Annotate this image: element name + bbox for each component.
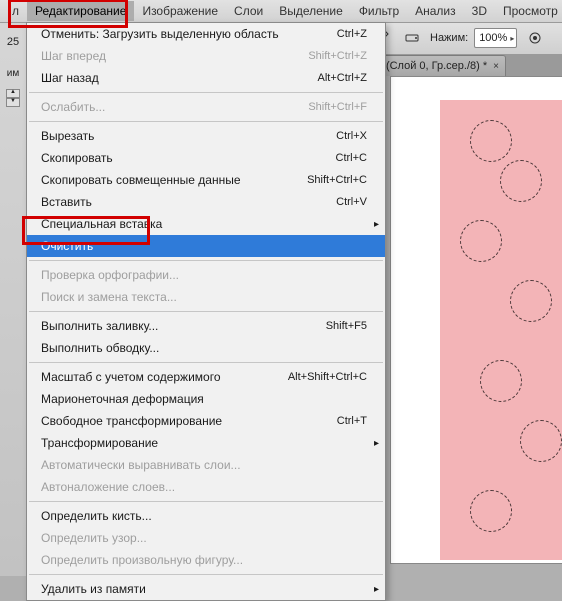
menu-item-shortcut: Shift+F5 — [326, 320, 367, 332]
chevron-right-icon: ▸ — [510, 34, 514, 43]
menu-item-label: Скопировать совмещенные данные — [41, 173, 241, 187]
pressure-value-text: 100% — [479, 32, 507, 44]
menu-item-label: Марионеточная деформация — [41, 392, 204, 406]
menu-item: Определить узор... — [27, 527, 385, 549]
menu-item[interactable]: Удалить из памяти ▸ — [27, 578, 385, 600]
menu-image[interactable]: Изображение — [134, 1, 226, 21]
menu-item: Поиск и замена текста... — [27, 286, 385, 308]
menu-item-label: Автоналожение слоев... — [41, 480, 175, 494]
tablet-pressure-icon[interactable] — [400, 26, 424, 50]
menu-item-shortcut: Ctrl+Z — [337, 28, 367, 40]
menu-item: Определить произвольную фигуру... — [27, 549, 385, 571]
brush-size-value: 25 — [0, 36, 26, 48]
menu-item[interactable]: Свободное трансформирование Ctrl+T — [27, 410, 385, 432]
menu-truncated[interactable]: л — [4, 1, 27, 21]
menu-item: Автоматически выравнивать слои... — [27, 454, 385, 476]
menu-item: Ослабить... Shift+Ctrl+F — [27, 96, 385, 118]
menu-separator — [29, 92, 383, 93]
menu-item-label: Поиск и замена текста... — [41, 290, 177, 304]
menu-separator — [29, 260, 383, 261]
menu-select[interactable]: Выделение — [271, 1, 351, 21]
menu-item[interactable]: Вырезать Ctrl+X — [27, 125, 385, 147]
menu-item-label: Проверка орфографии... — [41, 268, 179, 282]
menu-item-label: Трансформирование — [41, 436, 158, 450]
left-label-fragment: им — [0, 68, 26, 79]
menu-item-label: Ослабить... — [41, 100, 105, 114]
menu-item-shortcut: Ctrl+X — [336, 130, 367, 142]
menu-analyze[interactable]: Анализ — [407, 1, 464, 21]
menu-item[interactable]: Скопировать Ctrl+C — [27, 147, 385, 169]
menu-item[interactable]: Вставить Ctrl+V — [27, 191, 385, 213]
menu-separator — [29, 311, 383, 312]
menu-item-label: Вставить — [41, 195, 92, 209]
menu-item[interactable]: Очистить — [27, 235, 385, 257]
menu-item[interactable]: Трансформирование ▸ — [27, 432, 385, 454]
menu-item-shortcut: Shift+Ctrl+C — [307, 174, 367, 186]
menu-item[interactable]: Марионеточная деформация — [27, 388, 385, 410]
menu-item-shortcut: Ctrl+V — [336, 196, 367, 208]
menu-bar: л Редактирование Изображение Слои Выделе… — [0, 0, 562, 23]
canvas[interactable] — [440, 100, 562, 560]
menu-item-label: Шаг вперед — [41, 49, 106, 63]
menu-item[interactable]: Скопировать совмещенные данные Shift+Ctrl… — [27, 169, 385, 191]
menu-item[interactable]: Специальная вставка ▸ — [27, 213, 385, 235]
menu-item-label: Определить кисть... — [41, 509, 152, 523]
menu-3d[interactable]: 3D — [464, 1, 495, 21]
menu-separator — [29, 574, 383, 575]
menu-item-label: Удалить из памяти — [41, 582, 146, 596]
size-spinner[interactable]: ▲ ▼ — [0, 89, 26, 107]
menu-edit[interactable]: Редактирование — [27, 1, 134, 21]
menu-item-shortcut: Shift+Ctrl+F — [308, 101, 367, 113]
menu-item-label: Определить узор... — [41, 531, 147, 545]
menu-item-label: Автоматически выравнивать слои... — [41, 458, 241, 472]
menu-filter[interactable]: Фильтр — [351, 1, 407, 21]
menu-item-label: Вырезать — [41, 129, 94, 143]
edit-dropdown-menu: Отменить: Загрузить выделенную область Ct… — [26, 22, 386, 601]
chevron-right-icon: ▸ — [374, 438, 379, 449]
menu-item-shortcut: Alt+Shift+Ctrl+C — [288, 371, 367, 383]
menu-item-label: Шаг назад — [41, 71, 99, 85]
menu-item-shortcut: Ctrl+T — [337, 415, 367, 427]
menu-item: Автоналожение слоев... — [27, 476, 385, 498]
menu-separator — [29, 121, 383, 122]
menu-item-shortcut: Ctrl+C — [336, 152, 367, 164]
menu-item: Шаг вперед Shift+Ctrl+Z — [27, 45, 385, 67]
chevron-right-icon: ▸ — [374, 584, 379, 595]
chevron-right-icon: ▸ — [374, 219, 379, 230]
menu-view[interactable]: Просмотр — [495, 1, 562, 21]
pressure-label: Нажим: — [430, 32, 468, 44]
pressure-value-input[interactable]: 100% ▸ — [474, 28, 517, 48]
menu-item-label: Выполнить заливку... — [41, 319, 158, 333]
menu-item[interactable]: Масштаб с учетом содержимого Alt+Shift+Ct… — [27, 366, 385, 388]
menu-item[interactable]: Выполнить обводку... — [27, 337, 385, 359]
close-icon[interactable]: × — [493, 61, 499, 72]
menu-item-label: Определить произвольную фигуру... — [41, 553, 243, 567]
menu-item[interactable]: Шаг назад Alt+Ctrl+Z — [27, 67, 385, 89]
menu-item[interactable]: Определить кисть... — [27, 505, 385, 527]
menu-item-label: Специальная вставка — [41, 217, 162, 231]
menu-item-label: Отменить: Загрузить выделенную область — [41, 27, 279, 41]
menu-item-label: Скопировать — [41, 151, 113, 165]
menu-item[interactable]: Отменить: Загрузить выделенную область Ct… — [27, 23, 385, 45]
menu-item-shortcut: Shift+Ctrl+Z — [308, 50, 367, 62]
spin-down-icon[interactable]: ▼ — [6, 98, 20, 107]
left-panel-fragment: 25 им ▲ ▼ — [0, 22, 27, 576]
pressure-toggle-icon[interactable] — [523, 26, 547, 50]
menu-item: Проверка орфографии... — [27, 264, 385, 286]
menu-item-label: Выполнить обводку... — [41, 341, 159, 355]
menu-item-label: Масштаб с учетом содержимого — [41, 370, 221, 384]
menu-layers[interactable]: Слои — [226, 1, 271, 21]
menu-separator — [29, 362, 383, 363]
menu-item-label: Очистить — [41, 239, 93, 253]
menu-separator — [29, 501, 383, 502]
menu-item-label: Свободное трансформирование — [41, 414, 222, 428]
menu-item[interactable]: Выполнить заливку... Shift+F5 — [27, 315, 385, 337]
menu-item-shortcut: Alt+Ctrl+Z — [317, 72, 367, 84]
spin-up-icon[interactable]: ▲ — [6, 89, 20, 98]
